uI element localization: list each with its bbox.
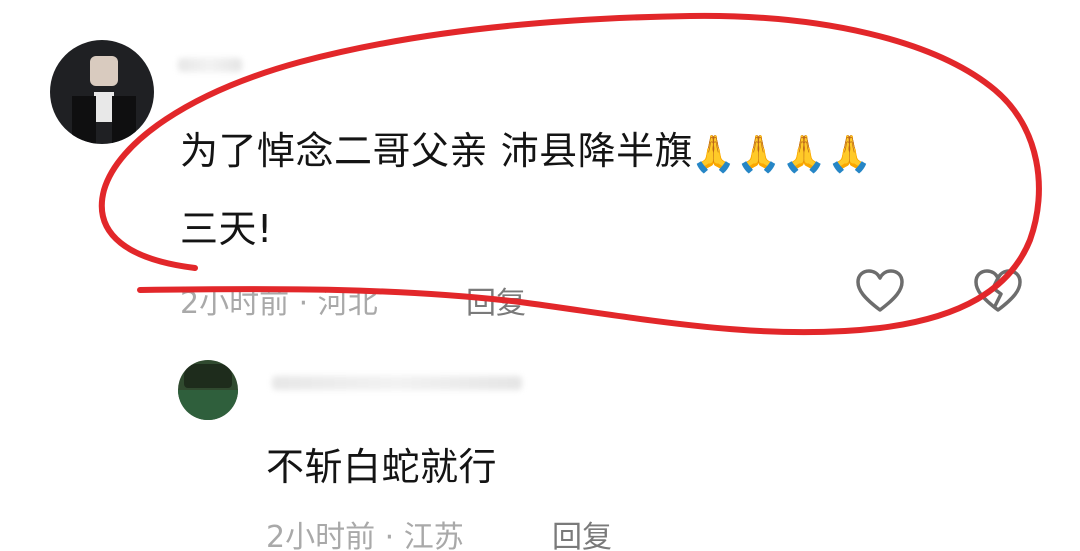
avatar-shirt [94,92,114,122]
broken-heart-icon[interactable] [972,268,1024,314]
avatar-jacket-left [72,96,96,144]
reply-button[interactable]: 回复 [466,278,526,322]
avatar-jacket-right [112,96,136,144]
reply-avatar[interactable] [178,360,238,420]
heart-icon[interactable] [854,268,906,314]
comment-text: 为了悼念二哥父亲 沛县降半旗 [180,129,694,173]
red-annotation-ellipse [98,12,1042,336]
comment-text-line1: 为了悼念二哥父亲 沛县降半旗🙏🙏🙏🙏 [180,120,872,175]
avatar-trees [184,364,232,388]
avatar-face [90,56,118,86]
reply-username-blurred[interactable] [272,376,522,390]
avatar[interactable] [50,40,154,144]
reply-text: 不斩白蛇就行 [266,445,498,489]
comment-meta: 2小时前 · 河北 [180,286,378,321]
comment-text-line2: 三天! [180,207,273,251]
reply-meta: 2小时前 · 江苏 [266,520,464,551]
comment-screenshot: 为了悼念二哥父亲 沛县降半旗🙏🙏🙏🙏 三天! 2小时前 · 河北 回复 不斩白蛇… [0,0,1080,551]
avatar-water [178,390,238,420]
pray-emoji: 🙏🙏🙏🙏 [691,133,873,175]
username-blurred[interactable] [178,58,242,72]
reply-reply-button[interactable]: 回复 [552,512,612,551]
